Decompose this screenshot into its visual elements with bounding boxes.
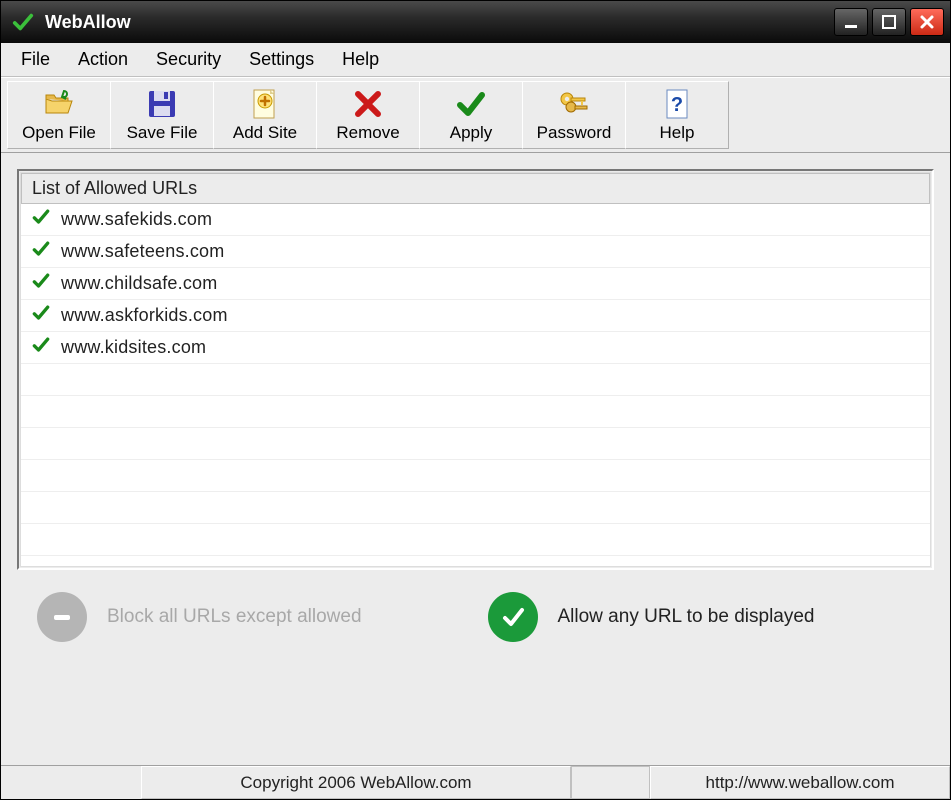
- status-spacer: [571, 766, 650, 799]
- check-icon: [31, 239, 51, 264]
- toolbar-label: Password: [537, 123, 612, 143]
- app-icon: [11, 10, 35, 34]
- help-page-icon: ?: [660, 87, 694, 121]
- help-button[interactable]: ? Help: [625, 81, 729, 149]
- window-title: WebAllow: [45, 12, 834, 33]
- add-page-icon: [248, 87, 282, 121]
- statusbar: Copyright 2006 WebAllow.com http://www.w…: [1, 765, 950, 799]
- check-icon: [31, 303, 51, 328]
- list-item[interactable]: [21, 364, 930, 396]
- check-icon: [454, 87, 488, 121]
- menu-action[interactable]: Action: [64, 45, 142, 74]
- block-mode[interactable]: Block all URLs except allowed: [37, 592, 464, 642]
- url-text: www.kidsites.com: [61, 337, 206, 358]
- toolbar-label: Remove: [336, 123, 399, 143]
- menu-file[interactable]: File: [7, 45, 64, 74]
- block-mode-label: Block all URLs except allowed: [107, 606, 362, 628]
- url-list[interactable]: www.safekids.com www.safeteens.com www.chi…: [21, 204, 930, 566]
- list-item[interactable]: [21, 460, 930, 492]
- list-item[interactable]: [21, 492, 930, 524]
- status-copyright: Copyright 2006 WebAllow.com: [141, 766, 571, 799]
- list-item[interactable]: [21, 428, 930, 460]
- menu-settings[interactable]: Settings: [235, 45, 328, 74]
- window-controls: [834, 8, 944, 36]
- apply-button[interactable]: Apply: [419, 81, 523, 149]
- allow-mode-label: Allow any URL to be displayed: [558, 606, 815, 628]
- menu-help[interactable]: Help: [328, 45, 393, 74]
- url-text: www.safeteens.com: [61, 241, 224, 262]
- mode-row: Block all URLs except allowed Allow any …: [17, 582, 934, 642]
- check-icon: [31, 207, 51, 232]
- svg-text:?: ?: [671, 94, 683, 116]
- content-area: List of Allowed URLs www.safekids.comwww…: [1, 153, 950, 765]
- toolbar-label: Open File: [22, 123, 96, 143]
- maximize-button[interactable]: [872, 8, 906, 36]
- app-window: WebAllow File Action Security Settings H…: [0, 0, 951, 800]
- toolbar: Open File Save File: [1, 77, 950, 153]
- check-circle-icon: [488, 592, 538, 642]
- titlebar: WebAllow: [1, 1, 950, 43]
- open-file-button[interactable]: Open File: [7, 81, 111, 149]
- check-icon: [31, 271, 51, 296]
- menubar: File Action Security Settings Help: [1, 43, 950, 77]
- list-item[interactable]: www.askforkids.com: [21, 300, 930, 332]
- close-button[interactable]: [910, 8, 944, 36]
- list-item[interactable]: www.childsafe.com: [21, 268, 930, 300]
- password-button[interactable]: Password: [522, 81, 626, 149]
- url-text: www.safekids.com: [61, 209, 212, 230]
- list-header[interactable]: List of Allowed URLs: [21, 173, 930, 204]
- save-file-button[interactable]: Save File: [110, 81, 214, 149]
- list-item[interactable]: www.kidsites.com: [21, 332, 930, 364]
- list-item[interactable]: [21, 396, 930, 428]
- toolbar-label: Apply: [450, 123, 493, 143]
- keys-icon: [557, 87, 591, 121]
- minimize-button[interactable]: [834, 8, 868, 36]
- x-icon: [351, 87, 385, 121]
- url-text: www.askforkids.com: [61, 305, 228, 326]
- status-url[interactable]: http://www.weballow.com: [650, 766, 950, 799]
- allow-mode[interactable]: Allow any URL to be displayed: [488, 592, 915, 642]
- remove-button[interactable]: Remove: [316, 81, 420, 149]
- url-text: www.childsafe.com: [61, 273, 217, 294]
- toolbar-label: Add Site: [233, 123, 297, 143]
- add-site-button[interactable]: Add Site: [213, 81, 317, 149]
- list-item[interactable]: [21, 524, 930, 556]
- folder-open-icon: [42, 87, 76, 121]
- check-icon: [31, 335, 51, 360]
- toolbar-label: Save File: [127, 123, 198, 143]
- allowed-urls-panel: List of Allowed URLs www.safekids.comwww…: [17, 169, 934, 570]
- list-item[interactable]: www.safekids.com: [21, 204, 930, 236]
- minus-circle-icon: [37, 592, 87, 642]
- floppy-disk-icon: [145, 87, 179, 121]
- toolbar-label: Help: [660, 123, 695, 143]
- list-item[interactable]: www.safeteens.com: [21, 236, 930, 268]
- menu-security[interactable]: Security: [142, 45, 235, 74]
